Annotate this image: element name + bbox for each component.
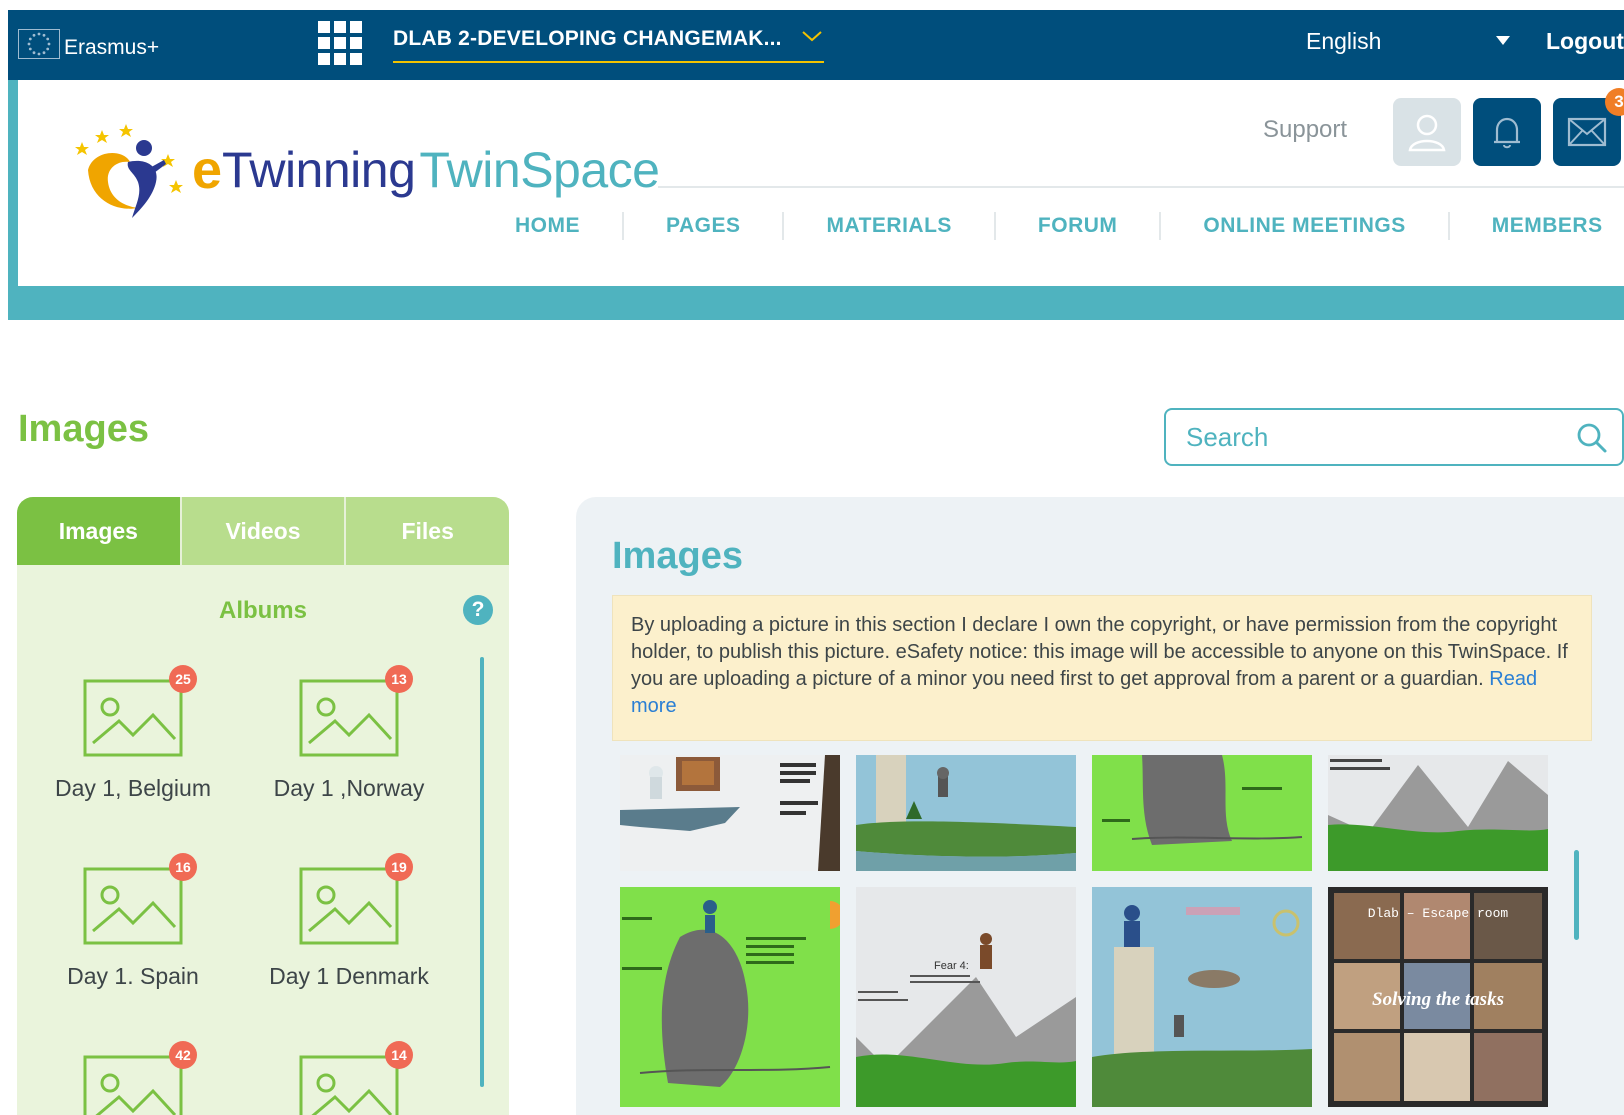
gallery-image-graphic — [620, 755, 840, 871]
bell-icon — [1494, 117, 1520, 149]
album-label: Day 1, Belgium — [55, 775, 211, 801]
tab-files[interactable]: Files — [344, 497, 509, 565]
nav-members[interactable]: MEMBERS — [1450, 214, 1624, 238]
album-thumbnail: 16 — [83, 853, 197, 945]
album-item[interactable]: 25 Day 1, Belgium — [33, 665, 233, 802]
search-input[interactable] — [1186, 421, 1556, 453]
gallery-image-graphic — [1092, 887, 1312, 1107]
gallery-image[interactable] — [1092, 755, 1312, 871]
album-label: Day 1 Denmark — [269, 963, 429, 989]
copyright-notice: By uploading a picture in this section I… — [612, 595, 1592, 741]
album-item[interactable]: 19 Day 1 Denmark — [249, 853, 449, 990]
top-bar: Erasmus+ DLAB 2-DEVELOPING CHANGEMAK... … — [8, 10, 1624, 80]
album-thumbnail: 19 — [299, 853, 413, 945]
project-selector[interactable]: DLAB 2-DEVELOPING CHANGEMAK... — [393, 27, 824, 63]
notifications-button[interactable] — [1473, 98, 1541, 166]
tab-images[interactable]: Images — [17, 497, 180, 565]
album-thumbnail: 14 — [299, 1041, 413, 1115]
mail-icon — [1567, 117, 1607, 147]
support-link[interactable]: Support — [1263, 116, 1347, 144]
album-count-badge: 13 — [385, 665, 413, 693]
gallery-image-graphic: Fear 4: — [856, 887, 1076, 1107]
logo-twinspace: TwinSpace — [419, 142, 660, 198]
images-heading: Images — [612, 535, 743, 577]
header-divider — [658, 186, 1624, 188]
search-box — [1164, 408, 1624, 466]
apps-grid-icon[interactable] — [318, 21, 362, 65]
nav-materials[interactable]: MATERIALS — [784, 214, 993, 238]
site-header: e Twinning TwinSpace Support 3 HOME PAGE… — [8, 80, 1624, 286]
chevron-down-icon — [802, 31, 822, 42]
gallery-image[interactable] — [620, 887, 840, 1107]
logout-button[interactable]: Logout — [1546, 28, 1624, 55]
gallery-image[interactable] — [1328, 755, 1548, 871]
fear-4-text: Fear 4: — [934, 960, 969, 972]
page-title: Images — [18, 408, 149, 450]
album-thumbnail: 25 — [83, 665, 197, 757]
image-placeholder-icon — [299, 1055, 399, 1115]
album-item[interactable]: 14 — [249, 1041, 449, 1115]
album-count-badge: 14 — [385, 1041, 413, 1069]
album-item[interactable]: 42 — [33, 1041, 233, 1115]
album-count-badge: 42 — [169, 1041, 197, 1069]
caret-down-icon[interactable] — [1496, 36, 1510, 45]
image-placeholder-icon — [83, 1055, 183, 1115]
erasmus-brand[interactable]: Erasmus+ — [18, 28, 159, 60]
eu-flag-icon — [18, 29, 60, 59]
gallery-image-graphic — [620, 887, 840, 1107]
logo-e: e — [192, 140, 223, 200]
albums-heading: Albums — [218, 597, 307, 624]
tab-videos[interactable]: Videos — [179, 497, 345, 565]
album-label: Day 1. Spain — [67, 963, 199, 989]
search-icon[interactable] — [1576, 422, 1608, 454]
album-thumbnail: 42 — [83, 1041, 197, 1115]
etwinning-logo[interactable]: e Twinning TwinSpace — [68, 120, 660, 220]
solving-tasks-text: Solving the tasks — [1372, 989, 1504, 1010]
media-tabs: Images Videos Files — [17, 497, 509, 565]
mail-count-badge: 3 — [1605, 88, 1624, 116]
nav-pages[interactable]: PAGES — [624, 214, 782, 238]
gallery-image[interactable] — [620, 755, 840, 871]
gallery-image[interactable]: Fear 4: — [856, 887, 1076, 1107]
gallery-image-graphic — [1328, 755, 1548, 871]
nav-forum[interactable]: FORUM — [996, 214, 1160, 238]
image-placeholder-icon — [299, 679, 399, 757]
gallery-image[interactable]: Dlab – Escape room Solving the tasks — [1328, 887, 1548, 1107]
album-count-badge: 19 — [385, 853, 413, 881]
erasmus-label: Erasmus+ — [64, 36, 160, 59]
albums-scrollbar[interactable] — [480, 657, 484, 1087]
gallery-image[interactable] — [856, 755, 1076, 871]
album-label: Day 1 ,Norway — [273, 775, 425, 801]
nav-home[interactable]: HOME — [473, 214, 622, 238]
language-selector[interactable]: English — [1306, 28, 1381, 55]
gallery-image-graphic — [1092, 755, 1312, 871]
gallery-image-graphic — [856, 755, 1076, 871]
nav-online-meetings[interactable]: ONLINE MEETINGS — [1161, 214, 1447, 238]
album-item[interactable]: 13 Day 1 ,Norway — [249, 665, 449, 802]
image-placeholder-icon — [83, 867, 183, 945]
album-thumbnail: 13 — [299, 665, 413, 757]
images-panel: Images By uploading a picture in this se… — [576, 497, 1624, 1115]
messages-button[interactable]: 3 — [1553, 88, 1624, 166]
album-item[interactable]: 16 Day 1. Spain — [33, 853, 233, 990]
notice-text: By uploading a picture in this section I… — [631, 614, 1568, 690]
logo-twinning: Twinning — [222, 142, 416, 198]
album-count-badge: 16 — [169, 853, 197, 881]
main-nav: HOME PAGES MATERIALS FORUM ONLINE MEETIN… — [473, 212, 1624, 240]
profile-button[interactable] — [1393, 98, 1461, 166]
user-icon — [1408, 114, 1446, 152]
project-name: DLAB 2-DEVELOPING CHANGEMAK... — [393, 27, 782, 50]
etwinning-figure-icon — [75, 124, 183, 218]
help-icon[interactable]: ? — [463, 595, 493, 625]
media-sidebar: Images Videos Files Albums ? 25 Day 1, B… — [17, 497, 509, 1115]
gallery-image[interactable] — [1092, 887, 1312, 1107]
header-accent-bar — [8, 286, 1624, 320]
image-placeholder-icon — [83, 679, 183, 757]
image-placeholder-icon — [299, 867, 399, 945]
escape-room-text: Dlab – Escape room — [1368, 906, 1509, 921]
album-count-badge: 25 — [169, 665, 197, 693]
gallery-image-graphic: Dlab – Escape room Solving the tasks — [1328, 887, 1548, 1107]
gallery-scrollbar[interactable] — [1574, 850, 1579, 940]
